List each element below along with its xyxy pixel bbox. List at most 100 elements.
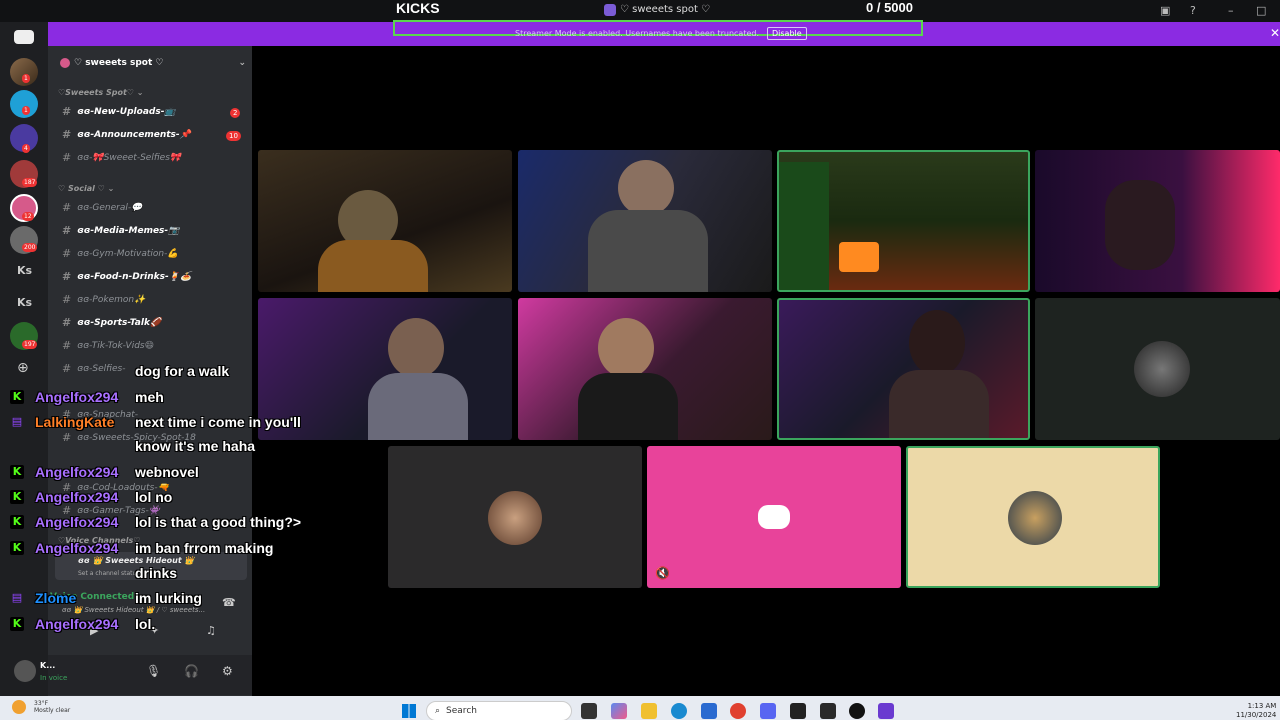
participant-figure bbox=[889, 370, 989, 438]
store-icon[interactable] bbox=[701, 703, 717, 719]
user-name[interactable]: K... bbox=[40, 661, 55, 670]
system-clock[interactable]: 1:13 AM 11/30/2024 bbox=[1236, 702, 1276, 720]
channel-item[interactable]: # ɞɞ-New-Uploads-📺 bbox=[62, 106, 176, 118]
maximize-icon[interactable]: □ bbox=[1256, 4, 1266, 17]
channel-label: ɞɞ-Media-Memes-📷 bbox=[77, 226, 180, 236]
app-icon[interactable] bbox=[820, 703, 836, 719]
copilot-icon[interactable] bbox=[611, 703, 627, 719]
rail-badge: 1 bbox=[22, 106, 30, 115]
hash-icon: # bbox=[62, 339, 72, 352]
rail-badge: 197 bbox=[22, 340, 38, 349]
search-input[interactable]: ⌕ Search bbox=[426, 701, 572, 720]
channel-label: ɞɞ-Pokemon✨ bbox=[77, 295, 146, 305]
title-server-text: ♡ sweeets spot ♡ bbox=[620, 4, 711, 15]
channel-item[interactable]: # ɞɞ-Sports-Talk🏈 bbox=[62, 317, 161, 329]
server-icon bbox=[604, 4, 616, 16]
channel-label: ɞɞ-Tik-Tok-Vids😄 bbox=[77, 341, 154, 351]
close-icon[interactable]: ✕ bbox=[1270, 26, 1280, 40]
channel-item[interactable]: # ɞɞ-🎀Sweeet-Selfies🎀 bbox=[62, 152, 181, 164]
chat-message: webnovel bbox=[135, 464, 199, 480]
channel-item[interactable]: # ɞɞ-Gym-Motivation-💪 bbox=[62, 248, 179, 260]
server-text-icon[interactable]: Ks bbox=[17, 264, 32, 277]
video-tile-avatar[interactable]: 🔇 bbox=[647, 446, 901, 588]
voice-channel-status[interactable]: Set a channel status bbox=[78, 570, 139, 577]
category-label[interactable]: ♡ Social ♡ ⌄ bbox=[58, 184, 114, 193]
minimize-icon[interactable]: – bbox=[1228, 4, 1234, 17]
server-text-icon[interactable]: Ks bbox=[17, 296, 32, 309]
video-tile[interactable] bbox=[258, 150, 512, 292]
soundboard-icon[interactable]: ♫ bbox=[206, 624, 216, 637]
chrome-icon[interactable] bbox=[730, 703, 746, 719]
weather-temp: 33°F bbox=[34, 700, 49, 707]
channel-item[interactable]: # ɞɞ-Announcements-📌 bbox=[62, 129, 191, 141]
participant-figure bbox=[578, 373, 678, 440]
video-tile-avatar[interactable] bbox=[388, 446, 642, 588]
search-placeholder: Search bbox=[446, 706, 477, 716]
inbox-icon[interactable]: ▣ bbox=[1160, 4, 1170, 17]
banner-text: Streamer Mode is enabled. Usernames have… bbox=[515, 29, 759, 38]
avatar[interactable] bbox=[14, 660, 36, 682]
chat-message: drinks bbox=[135, 565, 178, 581]
channel-item[interactable]: # ɞɞ-General-💬 bbox=[62, 202, 142, 214]
video-tile[interactable] bbox=[518, 150, 772, 292]
rail-badge: 1 bbox=[22, 74, 30, 83]
channel-item[interactable]: # ɞɞ-Tik-Tok-Vids😄 bbox=[62, 340, 154, 352]
server-header[interactable]: ♡ sweeets spot ♡ ⌄ bbox=[60, 56, 246, 70]
participant-figure bbox=[588, 210, 708, 292]
muted-icon: 🔇 bbox=[655, 566, 670, 580]
weather-icon[interactable] bbox=[12, 700, 26, 714]
video-tile-speaking[interactable] bbox=[777, 150, 1030, 292]
channel-label: ɞɞ-Food-n-Drinks-🍹🍝 bbox=[77, 272, 192, 282]
kick-icon: K bbox=[10, 465, 24, 479]
video-tile[interactable] bbox=[518, 298, 772, 440]
gear-icon[interactable]: ⚙ bbox=[222, 664, 233, 678]
disconnect-icon[interactable]: ☎ bbox=[222, 596, 236, 609]
add-server-icon[interactable]: ⊕ bbox=[17, 360, 29, 376]
kick-icon: K bbox=[10, 617, 24, 631]
channel-item[interactable]: # ɞɞ-Media-Memes-📷 bbox=[62, 225, 179, 237]
channel-item[interactable]: # ɞɞ-Pokemon✨ bbox=[62, 294, 145, 306]
chat-message: im lurking bbox=[135, 590, 202, 606]
fireplace-glow bbox=[839, 242, 879, 272]
video-tile[interactable] bbox=[1035, 150, 1280, 292]
participant-figure bbox=[368, 373, 468, 440]
file-explorer-icon[interactable] bbox=[641, 703, 657, 719]
discord-home-icon[interactable] bbox=[14, 30, 34, 44]
participant-figure bbox=[909, 310, 965, 376]
chat-username: Angelfox294 bbox=[35, 514, 119, 530]
headphones-icon[interactable]: 🎧 bbox=[184, 664, 199, 678]
edge-icon[interactable] bbox=[671, 703, 687, 719]
voice-channel-name: ɞɞ 👑 Sweeets Hideout 👑 bbox=[78, 556, 195, 565]
obs-icon[interactable] bbox=[849, 703, 865, 719]
discord-logo-icon bbox=[758, 505, 790, 529]
kicks-label: KICKS bbox=[396, 0, 440, 16]
channel-label: ɞɞ-General-💬 bbox=[77, 203, 143, 213]
hash-icon: # bbox=[62, 316, 72, 329]
chevron-down-icon[interactable]: ⌄ bbox=[238, 58, 246, 68]
video-tile-speaking[interactable] bbox=[906, 446, 1160, 588]
microphone-icon[interactable]: 🎙 bbox=[146, 664, 161, 678]
participant-figure bbox=[1105, 180, 1175, 270]
video-tile-speaking[interactable] bbox=[777, 298, 1030, 440]
chat-message: next time i come in you'll bbox=[135, 414, 301, 430]
kicks-counter: 0 / 5000 bbox=[866, 0, 913, 15]
hash-icon: # bbox=[62, 431, 72, 444]
video-tile-avatar[interactable] bbox=[1035, 298, 1280, 440]
weather-widget[interactable]: 33°F Mostly clear bbox=[34, 700, 70, 714]
windows-start-icon[interactable] bbox=[402, 704, 416, 718]
taskview-icon[interactable] bbox=[581, 703, 597, 719]
disable-button[interactable]: Disable bbox=[767, 27, 807, 40]
participant-figure bbox=[388, 318, 444, 378]
server-header-name: ♡ sweeets spot ♡ bbox=[74, 58, 164, 68]
chat-message: lol. bbox=[135, 616, 156, 632]
hash-icon: # bbox=[62, 293, 72, 306]
discord-icon[interactable] bbox=[760, 703, 776, 719]
help-icon[interactable]: ? bbox=[1190, 4, 1196, 17]
clock-date: 11/30/2024 bbox=[1236, 711, 1277, 719]
chat-username: Angelfox294 bbox=[35, 389, 119, 405]
channel-item[interactable]: # ɞɞ-Selfies- bbox=[62, 363, 125, 375]
music-icon[interactable] bbox=[878, 703, 894, 719]
channel-item[interactable]: # ɞɞ-Food-n-Drinks-🍹🍝 bbox=[62, 271, 191, 283]
category-label[interactable]: ♡Sweeets Spot♡ ⌄ bbox=[58, 88, 143, 97]
terminal-icon[interactable] bbox=[790, 703, 806, 719]
